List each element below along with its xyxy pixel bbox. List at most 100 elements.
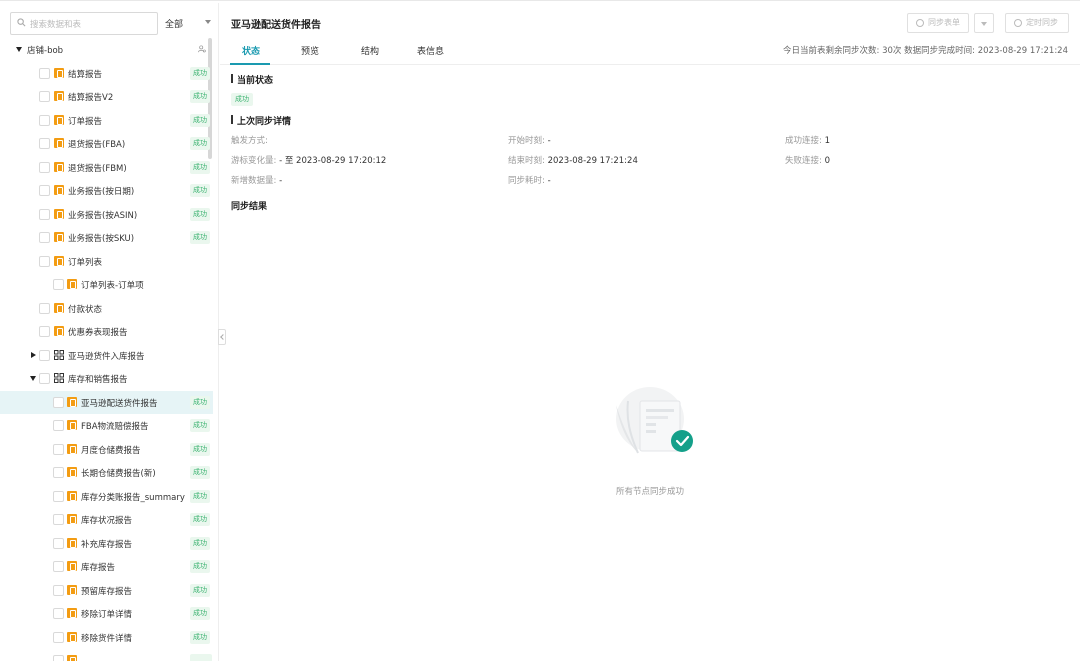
tree-folder[interactable]: 亚马逊货件入库报告: [0, 344, 213, 367]
tree-item[interactable]: 预留库存报告 成功: [0, 579, 213, 602]
checkbox[interactable]: [39, 138, 50, 149]
tree-item[interactable]: 移除货件详情 成功: [0, 626, 213, 649]
sync-table-button[interactable]: 同步表单: [907, 13, 969, 33]
status-badge: 成功: [190, 607, 210, 620]
tree-item[interactable]: 库存报告 成功: [0, 555, 213, 578]
checkbox[interactable]: [53, 279, 64, 290]
checkbox[interactable]: [53, 655, 64, 661]
tree-item[interactable]: 订单报告 成功: [0, 109, 213, 132]
tree-item[interactable]: 长期仓储费报告(新) 成功: [0, 461, 213, 484]
tree-item-label: 订单列表: [68, 258, 103, 268]
checkbox[interactable]: [39, 209, 50, 220]
sync-result-title: 同步结果: [231, 202, 268, 212]
tree-item[interactable]: 付款状态: [0, 297, 213, 320]
checkbox[interactable]: [53, 397, 64, 408]
success-label: 成功连接:: [785, 136, 822, 146]
search-input[interactable]: 搜索数据和表: [10, 12, 158, 35]
amazon-report-icon: [67, 608, 77, 618]
tab-structure[interactable]: 结构: [361, 44, 379, 57]
tree-item-partial[interactable]: [0, 649, 213, 661]
tree-item[interactable]: 业务报告(按SKU) 成功: [0, 226, 213, 249]
tree-item[interactable]: 结算报告V2 成功: [0, 85, 213, 108]
tree-item[interactable]: 优惠券表现报告: [0, 320, 213, 343]
checkbox[interactable]: [39, 326, 50, 337]
checkbox[interactable]: [39, 185, 50, 196]
tree-item[interactable]: 业务报告(按日期) 成功: [0, 179, 213, 202]
tree-item[interactable]: FBA物流赔偿报告 成功: [0, 414, 213, 437]
checkbox[interactable]: [53, 467, 64, 478]
success-field: 成功连接: 1: [785, 134, 830, 146]
scheduled-sync-button[interactable]: 定时同步: [1005, 13, 1069, 33]
checkbox[interactable]: [39, 162, 50, 173]
tree-item[interactable]: 结算报告 成功: [0, 62, 213, 85]
tree-shop-label: 店铺-bob: [27, 46, 64, 56]
tree-shop[interactable]: 店铺-bob: [0, 38, 213, 61]
cursor-value: - 至 2023-08-29 17:20:12: [279, 156, 387, 166]
tab-preview[interactable]: 预览: [301, 44, 319, 57]
tree-item[interactable]: 补充库存报告 成功: [0, 532, 213, 555]
folder-grid-icon: [54, 373, 64, 383]
checkbox[interactable]: [39, 115, 50, 126]
checkbox[interactable]: [39, 91, 50, 102]
tree-item[interactable]: 退货报告(FBM) 成功: [0, 156, 213, 179]
added-value: -: [279, 176, 283, 186]
added-label: 新增数据量:: [231, 176, 277, 186]
caret-down-icon[interactable]: [30, 376, 36, 381]
tree-item-selected[interactable]: 亚马逊配送货件报告 成功: [0, 391, 213, 414]
chevron-down-icon: [205, 20, 211, 24]
amazon-report-icon: [54, 91, 64, 101]
checkbox[interactable]: [53, 444, 64, 455]
checkbox[interactable]: [53, 491, 64, 502]
tree-folder-label: 亚马逊货件入库报告: [68, 352, 145, 362]
tree-item[interactable]: 退货报告(FBA) 成功: [0, 132, 213, 155]
checkbox[interactable]: [39, 68, 50, 79]
tree-item-label: 补充库存报告: [81, 540, 133, 550]
checkbox[interactable]: [53, 585, 64, 596]
added-field: 新增数据量: -: [231, 174, 282, 186]
page-title: 亚马逊配送货件报告: [231, 20, 321, 31]
duration-field: 同步耗时: -: [508, 174, 551, 186]
checkbox[interactable]: [39, 303, 50, 314]
tree-folder[interactable]: 库存和销售报告: [0, 367, 213, 390]
tab-table-info[interactable]: 表信息: [417, 44, 444, 57]
tree-item-label: 业务报告(按日期): [68, 187, 135, 197]
tree-item[interactable]: 订单列表: [0, 250, 213, 273]
tree-item[interactable]: 月度仓储费报告 成功: [0, 438, 213, 461]
tree-item[interactable]: 移除订单详情 成功: [0, 602, 213, 625]
caret-down-icon[interactable]: [16, 47, 22, 52]
checkbox[interactable]: [39, 350, 50, 361]
checkbox[interactable]: [53, 420, 64, 431]
caret-right-icon[interactable]: [31, 352, 36, 358]
remaining-sync-value: 30次: [882, 46, 902, 56]
amazon-report-icon: [54, 256, 64, 266]
tree-item[interactable]: 库存状况报告 成功: [0, 508, 213, 531]
tree-item-label: 业务报告(按ASIN): [68, 211, 138, 221]
end-label: 结束时刻:: [508, 156, 545, 166]
checkbox[interactable]: [53, 514, 64, 525]
checkbox[interactable]: [39, 232, 50, 243]
checkbox[interactable]: [39, 256, 50, 267]
tree-item[interactable]: 订单列表-订单项: [0, 273, 213, 296]
checkbox[interactable]: [53, 632, 64, 643]
checkbox[interactable]: [53, 608, 64, 619]
checkbox[interactable]: [53, 538, 64, 549]
amazon-report-icon: [54, 68, 64, 78]
amazon-report-icon: [54, 232, 64, 242]
checkbox[interactable]: [53, 561, 64, 572]
current-status-badge: 成功: [231, 93, 253, 106]
tree-item-label: 移除货件详情: [81, 634, 133, 644]
amazon-report-icon: [67, 420, 77, 430]
amazon-report-icon: [67, 491, 77, 501]
user-settings-icon[interactable]: [198, 45, 206, 53]
tree-item-label: 订单报告: [68, 117, 103, 127]
status-badge: 成功: [190, 537, 210, 550]
tab-status[interactable]: 状态: [242, 44, 260, 57]
checkbox[interactable]: [39, 373, 50, 384]
filter-select[interactable]: 全部: [165, 17, 211, 31]
tree-item[interactable]: 业务报告(按ASIN) 成功: [0, 203, 213, 226]
sync-options-dropdown[interactable]: [974, 13, 994, 33]
fail-field: 失败连接: 0: [785, 154, 830, 166]
tree-item[interactable]: 库存分类账报告_summary 成功: [0, 485, 213, 508]
search-icon: [17, 18, 26, 27]
tree-item-label: 结算报告: [68, 70, 103, 80]
